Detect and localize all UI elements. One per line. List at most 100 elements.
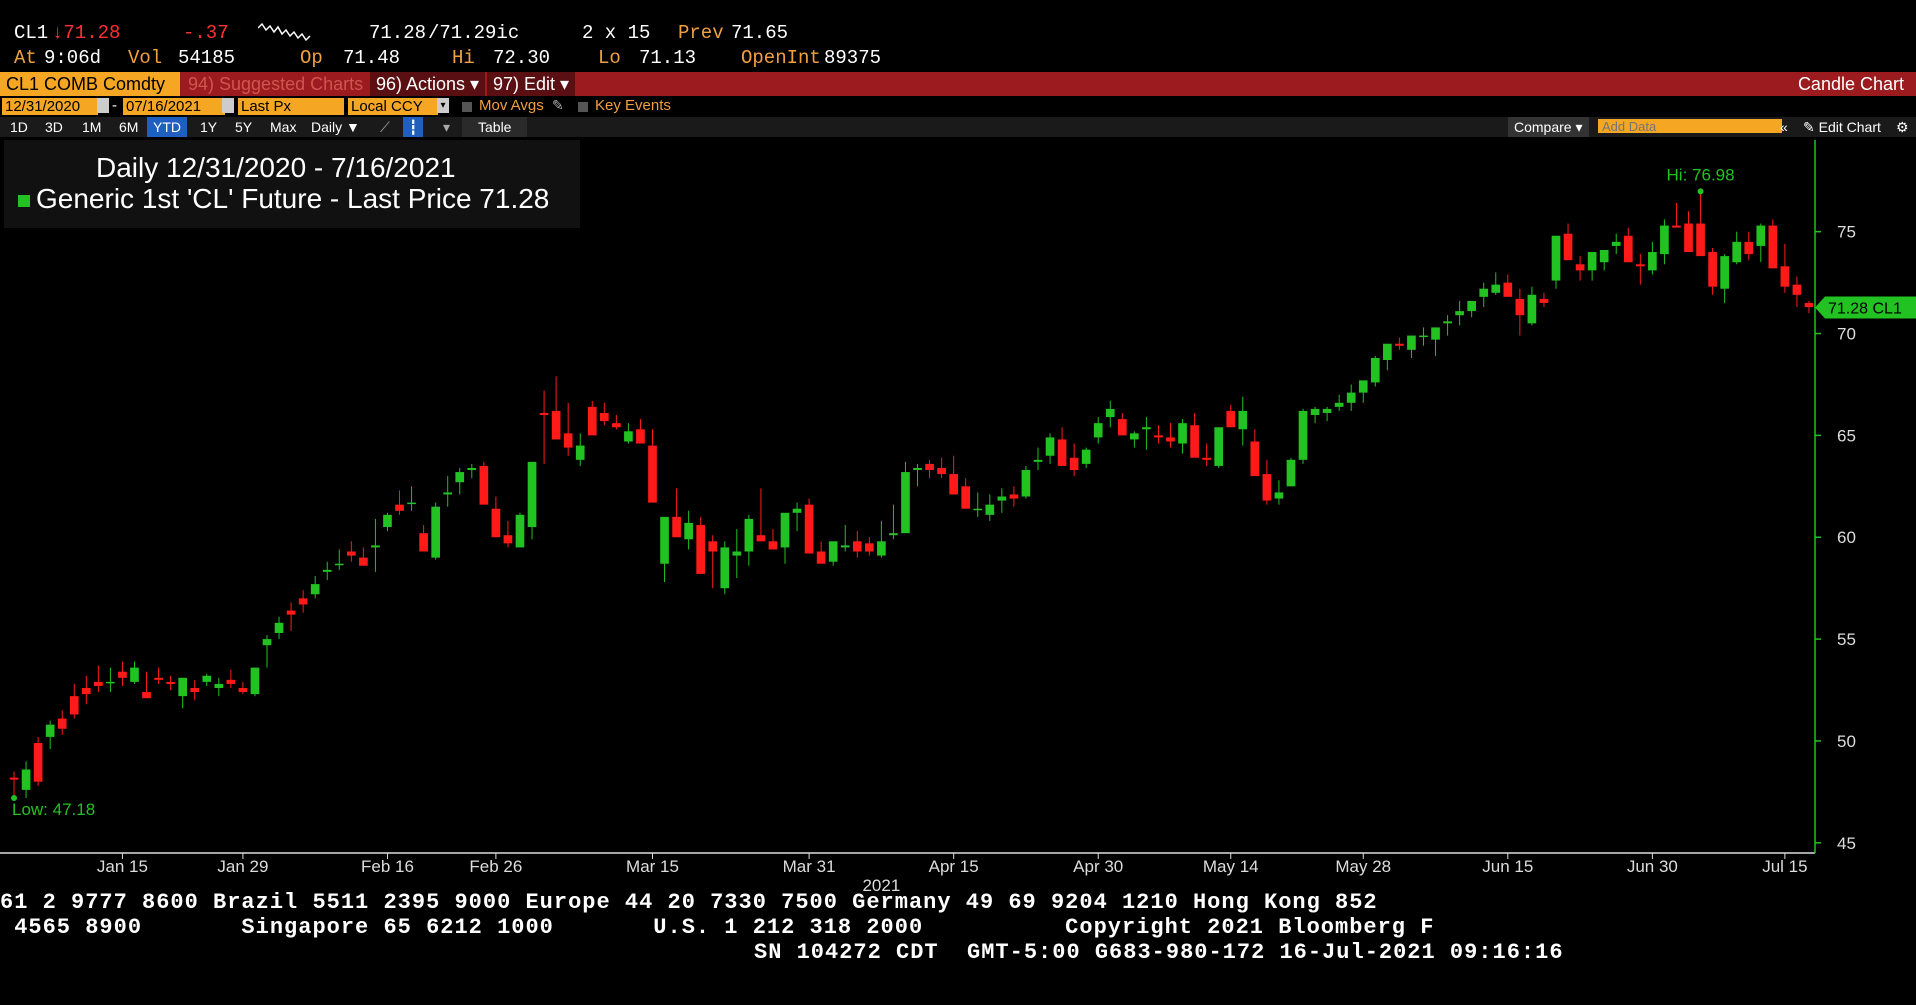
candle-body <box>142 692 151 699</box>
candle-body <box>94 681 103 686</box>
candle-body <box>1334 402 1344 407</box>
legend-series: Generic 1st 'CL' Future - Last Price 71.… <box>18 183 549 215</box>
candle-body <box>1190 425 1199 458</box>
candle-body <box>696 525 706 574</box>
y-tick-label: 70 <box>1837 325 1856 344</box>
candle-body <box>1648 252 1657 271</box>
candle-body <box>1491 284 1501 293</box>
footer-line-1: 61 2 9777 8600 Brazil 5511 2395 9000 Eur… <box>0 890 1378 915</box>
candle-body <box>250 667 260 695</box>
candle-body <box>118 671 127 678</box>
candle-body <box>1202 457 1211 460</box>
candle-body <box>1551 235 1561 281</box>
candle-body <box>563 433 573 448</box>
candle-body <box>346 551 356 556</box>
candle-body <box>1069 457 1079 471</box>
candle-body <box>877 541 886 556</box>
candle-body <box>1021 470 1031 497</box>
candle-body <box>1804 302 1814 308</box>
candle-body <box>744 518 754 552</box>
candle-body <box>539 412 549 416</box>
candle-body <box>1443 321 1452 324</box>
candle-body <box>1539 298 1549 303</box>
footer-line-2: 4565 8900 Singapore 65 6212 1000 U.S. 1 … <box>0 915 1435 940</box>
chart-axes: 45 50 55 60 65 70 75 Jan 15 Jan 29 Feb 16 Feb 26 Ma… <box>0 140 1856 895</box>
candle-body <box>214 683 224 688</box>
candle-body <box>1130 433 1139 440</box>
candle-body <box>648 445 657 503</box>
footer-line-3: SN 104272 CDT GMT-5:00 G683-980-172 16-J… <box>754 940 1564 965</box>
candle-body <box>322 569 332 572</box>
candle-body <box>1708 252 1717 287</box>
candle-body <box>720 547 730 589</box>
candle-body <box>515 514 525 548</box>
candle-body <box>997 496 1007 501</box>
candle-body <box>708 541 718 552</box>
candle-body <box>1611 241 1621 246</box>
x-tick-label: Feb 26 <box>469 857 522 876</box>
candle-body <box>1431 327 1440 340</box>
candle-body <box>732 551 742 556</box>
candle-body <box>840 545 850 548</box>
x-tick-label: Jul 15 <box>1762 857 1807 876</box>
candle-body <box>1696 223 1705 257</box>
x-tick-label: Feb 16 <box>361 857 414 876</box>
candle-body <box>57 718 67 729</box>
candle-body <box>889 533 898 536</box>
candle-body <box>1286 459 1296 487</box>
candle-body <box>395 504 404 511</box>
candle-body <box>1166 437 1175 442</box>
candle-body <box>1226 410 1236 428</box>
candle-body <box>1419 335 1428 338</box>
candle-body <box>1599 250 1609 263</box>
last-price-tag-label: 71.28 CL1 <box>1828 300 1902 317</box>
candle-body <box>1383 343 1392 361</box>
candle-body <box>1479 288 1489 297</box>
x-tick-label: May 28 <box>1335 857 1391 876</box>
candle-body <box>455 472 465 483</box>
candle-body <box>1009 494 1019 499</box>
candle-body <box>949 474 959 495</box>
candle-body <box>973 508 983 511</box>
candle-body <box>636 429 645 444</box>
candle-body <box>1033 459 1043 462</box>
x-tick-label: May 14 <box>1203 857 1259 876</box>
candle-body <box>1587 252 1597 271</box>
candle-body <box>190 687 200 693</box>
candle-body <box>1358 380 1368 393</box>
candle-body <box>431 506 440 558</box>
candle-body <box>672 516 681 538</box>
chart-legend: Daily 12/31/2020 - 7/16/2021 Generic 1st… <box>4 140 580 228</box>
candle-body <box>202 675 212 682</box>
candle-body <box>1322 408 1332 413</box>
candle-body <box>1081 449 1091 464</box>
candle-body <box>1178 423 1187 444</box>
candle-body <box>443 492 453 495</box>
legend-title: Daily 12/31/2020 - 7/16/2021 <box>96 152 456 183</box>
candle-body <box>81 687 91 695</box>
candle-body <box>1274 492 1284 499</box>
candle-body <box>130 667 139 682</box>
candle-body <box>1575 264 1585 271</box>
candle-body <box>383 514 392 528</box>
candle-body <box>178 677 188 697</box>
x-tick-label: Jun 30 <box>1627 857 1678 876</box>
candle-body <box>1515 298 1525 316</box>
low-label: Low: 47.18 <box>12 800 95 819</box>
candle-body <box>852 541 862 552</box>
candle-body <box>599 412 609 422</box>
candle-body <box>1720 256 1729 289</box>
candle-body <box>1214 427 1224 466</box>
candle-body <box>1057 439 1067 466</box>
candle-body <box>33 742 43 782</box>
candle-body <box>1142 427 1151 430</box>
x-tick-label: Mar 15 <box>626 857 679 876</box>
candle-body <box>407 502 416 505</box>
candle-body <box>1455 311 1464 316</box>
x-tick-label: Apr 30 <box>1073 857 1123 876</box>
candle-body <box>1045 437 1055 456</box>
candle-body <box>1310 408 1320 416</box>
candle-body <box>334 563 344 566</box>
candle-body <box>1503 282 1513 297</box>
candle-body <box>166 681 175 684</box>
